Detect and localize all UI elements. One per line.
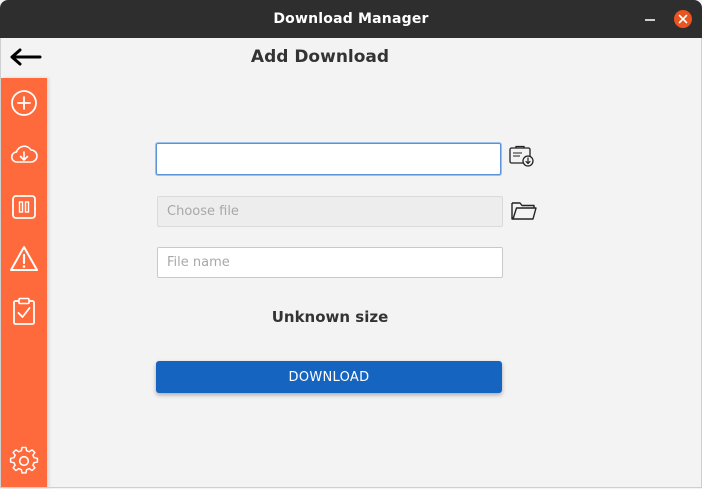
sidebar-item-completed[interactable] — [9, 296, 39, 326]
sidebar-item-failed[interactable] — [9, 244, 39, 274]
sidebar-item-downloading[interactable] — [9, 140, 39, 170]
sidebar-item-settings[interactable] — [9, 446, 39, 476]
clipboard-paste-icon — [509, 145, 534, 167]
warning-icon — [10, 246, 38, 271]
download-button[interactable]: DOWNLOAD — [156, 361, 502, 393]
pause-icon — [12, 195, 36, 219]
clipboard-check-icon — [13, 297, 35, 325]
gear-icon — [9, 446, 39, 474]
folder-icon — [511, 202, 537, 220]
close-button[interactable] — [674, 10, 692, 28]
sidebar-item-paused[interactable] — [9, 192, 39, 222]
save-location-field[interactable] — [157, 196, 503, 227]
page-title: Add Download — [250, 47, 390, 67]
title-bar: Download Manager — [0, 0, 702, 38]
main-content: Add Download Choose file File name Unkno… — [0, 38, 702, 489]
sidebar — [1, 78, 47, 488]
sidebar-item-add[interactable] — [9, 88, 39, 118]
paste-url-button[interactable] — [508, 145, 536, 169]
window-title: Download Manager — [273, 11, 429, 27]
close-icon — [678, 14, 688, 24]
cloud-download-icon — [10, 145, 38, 163]
file-name-input[interactable] — [157, 247, 503, 278]
minimize-button[interactable] — [641, 10, 659, 28]
url-input[interactable] — [156, 143, 501, 175]
browse-folder-button[interactable] — [510, 199, 538, 223]
plus-circle-icon — [11, 90, 37, 116]
minimize-icon — [645, 19, 655, 21]
file-size-label: Unknown size — [271, 308, 389, 326]
